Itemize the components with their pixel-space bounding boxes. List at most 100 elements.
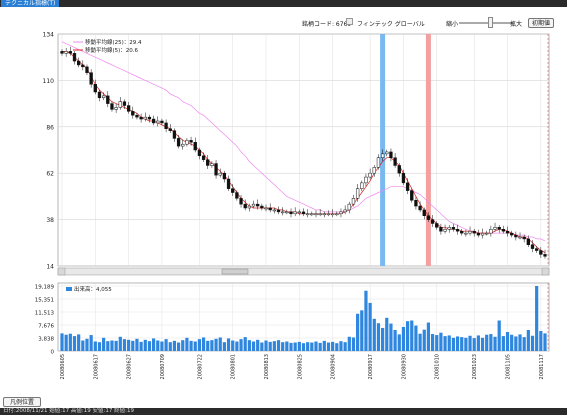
candle-body <box>314 213 318 216</box>
candle-body <box>139 116 143 120</box>
candle-body <box>293 211 297 215</box>
candle-body <box>543 254 547 257</box>
volume-bar <box>401 326 406 351</box>
candle-body <box>172 130 177 139</box>
candle-body <box>243 203 247 209</box>
candle-body <box>214 163 218 176</box>
volume-bar <box>468 335 472 351</box>
candle-body <box>285 211 289 214</box>
volume-bar <box>85 338 89 351</box>
volume-bar <box>114 340 118 351</box>
volume-bar <box>60 333 64 351</box>
candle-body <box>193 142 197 151</box>
volume-bar <box>72 336 77 351</box>
xtick-label: 20080722 <box>197 354 203 379</box>
company-name: フィンテック グローバル <box>357 21 425 28</box>
candle-body <box>418 205 422 211</box>
volume-ytick-label: 19,189 <box>35 285 55 291</box>
volume-bar <box>368 302 372 351</box>
volume-bar <box>214 338 218 351</box>
volume-bar <box>430 334 435 351</box>
volume-bar <box>347 336 351 351</box>
volume-bar <box>339 341 343 351</box>
xtick-label: 20080801 <box>231 354 237 379</box>
chart-canvas: 134 110 86 62 38 14 移動平均線(25)：29.4移動平均線(5)：20.… <box>35 32 550 379</box>
volume-bar <box>455 336 460 351</box>
candle-body <box>514 234 518 238</box>
candle-body <box>343 209 347 213</box>
volume-bar <box>176 342 181 351</box>
price-ytick-label: 134 <box>43 32 55 39</box>
candle-body <box>297 211 301 214</box>
volume-bar <box>460 337 464 351</box>
candle-body <box>539 250 543 255</box>
candle-body <box>364 176 368 184</box>
volume-bar <box>464 337 468 351</box>
volume-bar <box>201 337 206 351</box>
volume-bar <box>389 323 393 351</box>
scrollbar-thumb[interactable] <box>221 268 249 275</box>
volume-bar <box>102 337 106 351</box>
scroll-right-button[interactable] <box>541 267 550 276</box>
volume-bar <box>89 335 93 351</box>
volume-bar <box>156 340 160 351</box>
volume-bar <box>331 341 335 351</box>
candle-body <box>131 111 135 116</box>
volume-bar <box>147 341 152 351</box>
volume-bar <box>426 322 431 351</box>
tab-technical[interactable]: テクニカル指標(T) <box>1 0 60 7</box>
candle-body <box>247 205 252 209</box>
candle-body <box>422 209 426 216</box>
volume-ytick-label: 11,513 <box>35 311 55 317</box>
candle-body <box>135 114 139 118</box>
volume-bar <box>139 341 143 351</box>
volume-bar <box>443 336 447 351</box>
candle-body <box>489 229 493 234</box>
candle-body <box>322 213 326 216</box>
scrollbar-track[interactable] <box>57 267 550 276</box>
candle-body <box>256 203 260 207</box>
candle-body <box>335 213 339 216</box>
candle-body <box>97 91 102 99</box>
candle-body <box>326 213 331 216</box>
candle-body <box>189 140 193 143</box>
legend-position-button[interactable]: 凡例位置 <box>3 397 41 407</box>
scroll-left-button[interactable] <box>57 267 66 276</box>
candle-body <box>372 167 376 174</box>
volume-legend-label: 出来高：4,055 <box>74 285 112 293</box>
candle-body <box>276 209 281 213</box>
xtick-label: 20080904 <box>331 354 337 379</box>
reset-button[interactable]: 初期値 <box>528 18 554 28</box>
candle-body <box>385 151 389 155</box>
volume-bar <box>231 340 235 351</box>
volume-ytick-label: 15,351 <box>35 298 54 304</box>
volume-legend-swatch <box>66 287 72 291</box>
volume-bar <box>81 340 85 351</box>
volume-bar <box>168 342 172 351</box>
price-ytick-label: 110 <box>43 78 55 85</box>
price-ytick-label: 38 <box>46 217 54 224</box>
candle-body <box>147 116 152 120</box>
code-label: 銘柄コード: 6769 <box>302 21 352 28</box>
candle-body <box>439 227 443 232</box>
candle-body <box>414 200 418 207</box>
volume-bar <box>306 342 310 351</box>
candle-body <box>310 213 314 216</box>
candle-body <box>268 207 272 211</box>
volume-bar <box>543 333 547 351</box>
volume-bar <box>410 320 414 351</box>
candle-body <box>405 182 410 191</box>
title-bar <box>0 0 567 7</box>
zoom-slider-thumb[interactable] <box>487 17 493 28</box>
candle-body <box>389 151 393 158</box>
candle-body <box>455 229 460 232</box>
volume-bar <box>422 329 426 351</box>
xtick-label: 20080930 <box>401 354 407 379</box>
candle-body <box>93 84 97 93</box>
xtick-label: 20080825 <box>297 354 303 379</box>
volume-bar <box>206 340 210 351</box>
xtick-label: 20081023 <box>472 354 478 379</box>
candle-body <box>201 155 206 160</box>
volume-ytick-label: 7,676 <box>38 323 54 329</box>
company-checkbox[interactable] <box>346 18 353 25</box>
